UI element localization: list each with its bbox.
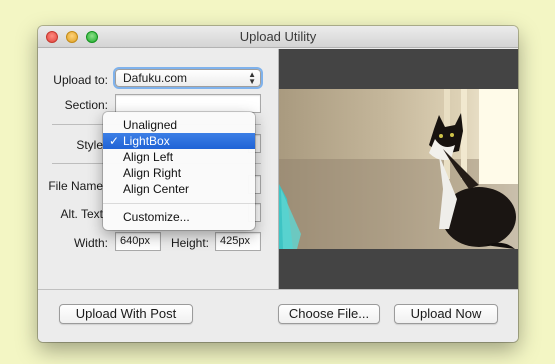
close-window-button[interactable]	[46, 31, 58, 43]
upload-with-post-button[interactable]: Upload With Post	[59, 304, 193, 324]
image-preview	[278, 49, 518, 289]
title-bar: Upload Utility	[38, 26, 518, 48]
style-label: Style	[76, 138, 103, 152]
upload-to-select[interactable]: Dafuku.com ▲ ▼	[115, 69, 261, 87]
menu-item-align-right[interactable]: Align Right	[103, 165, 255, 181]
button-bar: Upload With Post Choose File... Upload N…	[38, 289, 518, 342]
checkmark-icon: ✓	[109, 134, 120, 148]
menu-item-align-center[interactable]: Align Center	[103, 181, 255, 197]
menu-item-unaligned[interactable]: Unaligned	[103, 117, 255, 133]
height-field[interactable]: 425px	[215, 232, 261, 251]
style-dropdown-menu: Unaligned ✓ LightBox Align Left Align Ri…	[103, 112, 255, 230]
section-field[interactable]	[115, 94, 261, 113]
cat-photo	[279, 89, 518, 249]
zoom-window-button[interactable]	[86, 31, 98, 43]
menu-separator	[103, 203, 255, 204]
menu-item-customize[interactable]: Customize...	[103, 209, 255, 225]
height-label: Height:	[170, 236, 209, 250]
alt-text-label: Alt. Text	[60, 207, 103, 221]
choose-file-button[interactable]: Choose File...	[278, 304, 380, 324]
menu-item-align-left[interactable]: Align Left	[103, 149, 255, 165]
section-label: Section:	[64, 98, 108, 112]
file-name-label: File Name	[48, 179, 103, 193]
upload-to-value: Dafuku.com	[123, 71, 188, 85]
menu-item-label: LightBox	[123, 134, 170, 148]
width-label: Width:	[73, 236, 108, 250]
popup-arrows-icon: ▲ ▼	[248, 70, 256, 86]
upload-to-label: Upload to:	[53, 73, 108, 87]
preview-photo	[279, 89, 518, 249]
window-title: Upload Utility	[239, 29, 317, 44]
upload-now-button[interactable]: Upload Now	[394, 304, 498, 324]
minimize-window-button[interactable]	[66, 31, 78, 43]
menu-item-lightbox[interactable]: ✓ LightBox	[103, 133, 255, 149]
